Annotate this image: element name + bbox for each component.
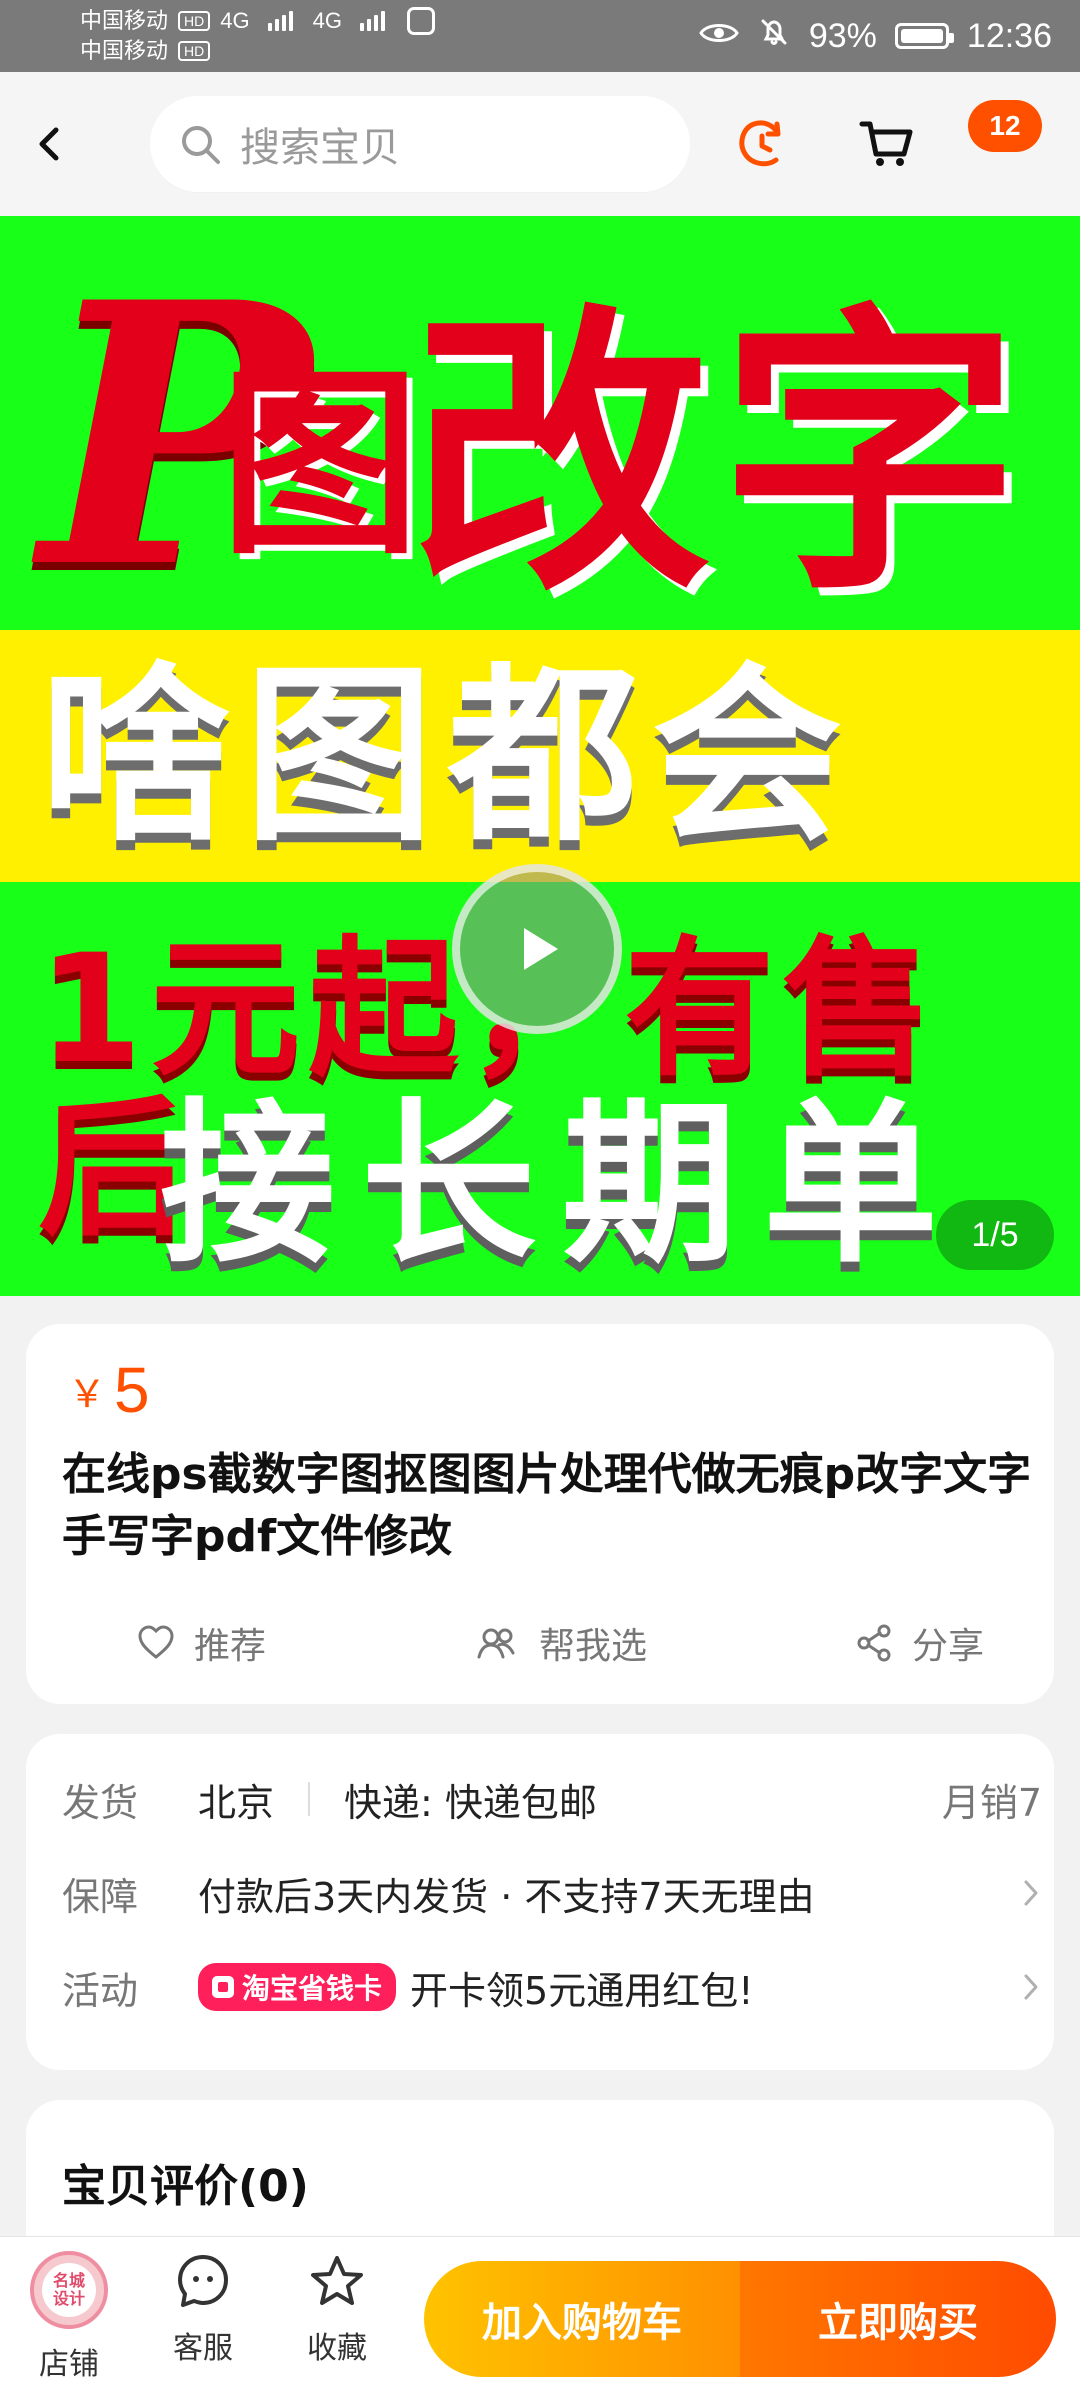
battery-percent: 93% <box>808 16 877 55</box>
cart-icon <box>859 121 913 166</box>
battery-fill <box>900 29 943 43</box>
status-bar: 中国移动 HD 4G 4G 中国移动 HD 93% 12:36 <box>0 0 1080 72</box>
add-to-cart-button[interactable]: 加入购物车 <box>424 2261 740 2377</box>
battery-icon <box>894 23 954 49</box>
recommend-label: 推荐 <box>194 1626 267 1667</box>
currency-symbol: ￥ <box>68 1374 107 1416</box>
hero-line2: 啥图都会 <box>40 646 857 867</box>
time: 12:36 <box>966 16 1052 55</box>
shipping-info-card: 发货 北京 快递: 快递包邮 月销7 保障 付款后3天内发货 · 不支持7天无理… <box>26 1734 1054 2070</box>
app-notification-icon <box>406 7 435 35</box>
promo-text: 开卡领5元通用红包! <box>410 1968 754 2013</box>
shipping-label: 发货 <box>62 1780 139 1825</box>
customer-service-label: 客服 <box>173 2331 233 2366</box>
promo-label: 活动 <box>62 1968 139 2013</box>
price-amount: 5 <box>114 1354 150 1426</box>
play-icon <box>524 928 558 970</box>
help-choose-button[interactable]: 帮我选 <box>473 1617 647 1669</box>
cart-badge[interactable]: 12 <box>968 100 1042 152</box>
play-button[interactable] <box>452 864 622 1034</box>
promo-tag-text: 淘宝省钱卡 <box>242 1972 383 2005</box>
share-button[interactable]: 分享 <box>854 1617 984 1669</box>
shop-button[interactable]: 名城 设计 店铺 <box>14 2251 124 2391</box>
help-choose-label: 帮我选 <box>538 1626 647 1667</box>
reviews-title[interactable]: 宝贝评价(0) <box>62 2150 309 2214</box>
network-type-2: 4G <box>312 8 342 33</box>
share-label: 分享 <box>911 1626 984 1667</box>
product-actions: 推荐 帮我选 分享 <box>26 1600 1054 1686</box>
recommend-button[interactable]: 推荐 <box>136 1617 266 1669</box>
hero-line1-big: 改字 <box>410 281 1030 630</box>
favorite-button[interactable]: 收藏 <box>282 2251 392 2391</box>
guarantee-row[interactable]: 保障 付款后3天内发货 · 不支持7天无理由 <box>62 1858 1042 1928</box>
carrier-name-1: 中国移动 <box>80 8 169 33</box>
search-bar[interactable]: 搜索宝贝 <box>150 96 690 192</box>
top-nav: 搜索宝贝 12 <box>0 72 1080 216</box>
search-icon <box>182 126 220 164</box>
hero-line1-small: 图 <box>220 349 421 582</box>
image-page-indicator: 1/5 <box>936 1200 1054 1270</box>
shop-label: 店铺 <box>39 2347 99 2382</box>
back-button[interactable] <box>0 72 100 216</box>
monthly-sales: 月销7 <box>941 1780 1042 1825</box>
star-icon <box>311 2256 363 2305</box>
shop-logo: 名城 设计 <box>30 2251 108 2329</box>
guarantee-label: 保障 <box>62 1874 139 1919</box>
shipping-from: 北京 <box>198 1780 275 1825</box>
divider <box>308 1782 311 1816</box>
carrier-info: 中国移动 HD 4G 4G 中国移动 HD <box>80 6 435 66</box>
purchase-cta: 加入购物车 立即购买 <box>424 2261 1056 2377</box>
wallet-icon <box>212 1976 234 1998</box>
promo-row[interactable]: 活动 淘宝省钱卡 开卡领5元通用红包! <box>62 1952 1042 2022</box>
hero-line4: 接长期单 <box>160 1084 964 1287</box>
shipping-row: 发货 北京 快递: 快递包邮 月销7 <box>62 1764 1042 1834</box>
signal-icon <box>267 11 293 31</box>
bottom-action-bar: 名城 设计 店铺 客服 收藏 加入购物车 立即购买 <box>0 2236 1080 2400</box>
cart-button[interactable] <box>844 102 928 186</box>
promo-tag: 淘宝省钱卡 <box>198 1963 397 2011</box>
guarantee-text: 付款后3天内发货 · 不支持7天无理由 <box>198 1874 815 1919</box>
chevron-left-icon <box>39 127 59 161</box>
shop-logo-text: 名城 设计 <box>42 2263 96 2317</box>
customer-service-button[interactable]: 客服 <box>148 2251 258 2391</box>
chat-face-icon <box>178 2255 228 2307</box>
product-summary-card: ￥ 5 在线ps截数字图抠图图片处理代做无痕p改字文字手写字pdf文件修改 推荐… <box>26 1324 1054 1704</box>
delivery-method: 快递: 快递包邮 <box>344 1780 597 1825</box>
product-title: 在线ps截数字图抠图图片处理代做无痕p改字文字手写字pdf文件修改 <box>62 1449 1032 1562</box>
network-type-1: 4G <box>220 8 250 33</box>
carrier-row-2: 中国移动 HD <box>80 36 435 66</box>
mute-icon <box>757 15 791 58</box>
people-icon <box>477 1628 515 1659</box>
carrier-row-1: 中国移动 HD 4G 4G <box>80 6 435 36</box>
hd-badge-2: HD <box>178 41 211 61</box>
carrier-name-2: 中国移动 <box>80 38 169 63</box>
chevron-right-icon <box>1020 1970 1042 2004</box>
signal-icon-2 <box>359 11 385 31</box>
status-right: 93% 12:36 <box>699 15 1052 58</box>
buy-now-button[interactable]: 立即购买 <box>740 2261 1056 2377</box>
share-icon <box>857 1624 891 1662</box>
price: ￥ 5 <box>68 1358 150 1422</box>
chevron-right-icon <box>1020 1876 1042 1910</box>
eye-icon <box>699 17 739 56</box>
product-hero-image[interactable]: P 图 改字 啥图都会 1元起，有售后 接长期单 1/5 <box>0 216 1080 1296</box>
hd-badge-1: HD <box>178 11 211 31</box>
search-placeholder: 搜索宝贝 <box>240 125 400 171</box>
history-button[interactable] <box>720 102 804 186</box>
favorite-label: 收藏 <box>307 2331 367 2366</box>
refresh-icon <box>739 120 781 167</box>
heart-icon <box>138 1625 174 1659</box>
